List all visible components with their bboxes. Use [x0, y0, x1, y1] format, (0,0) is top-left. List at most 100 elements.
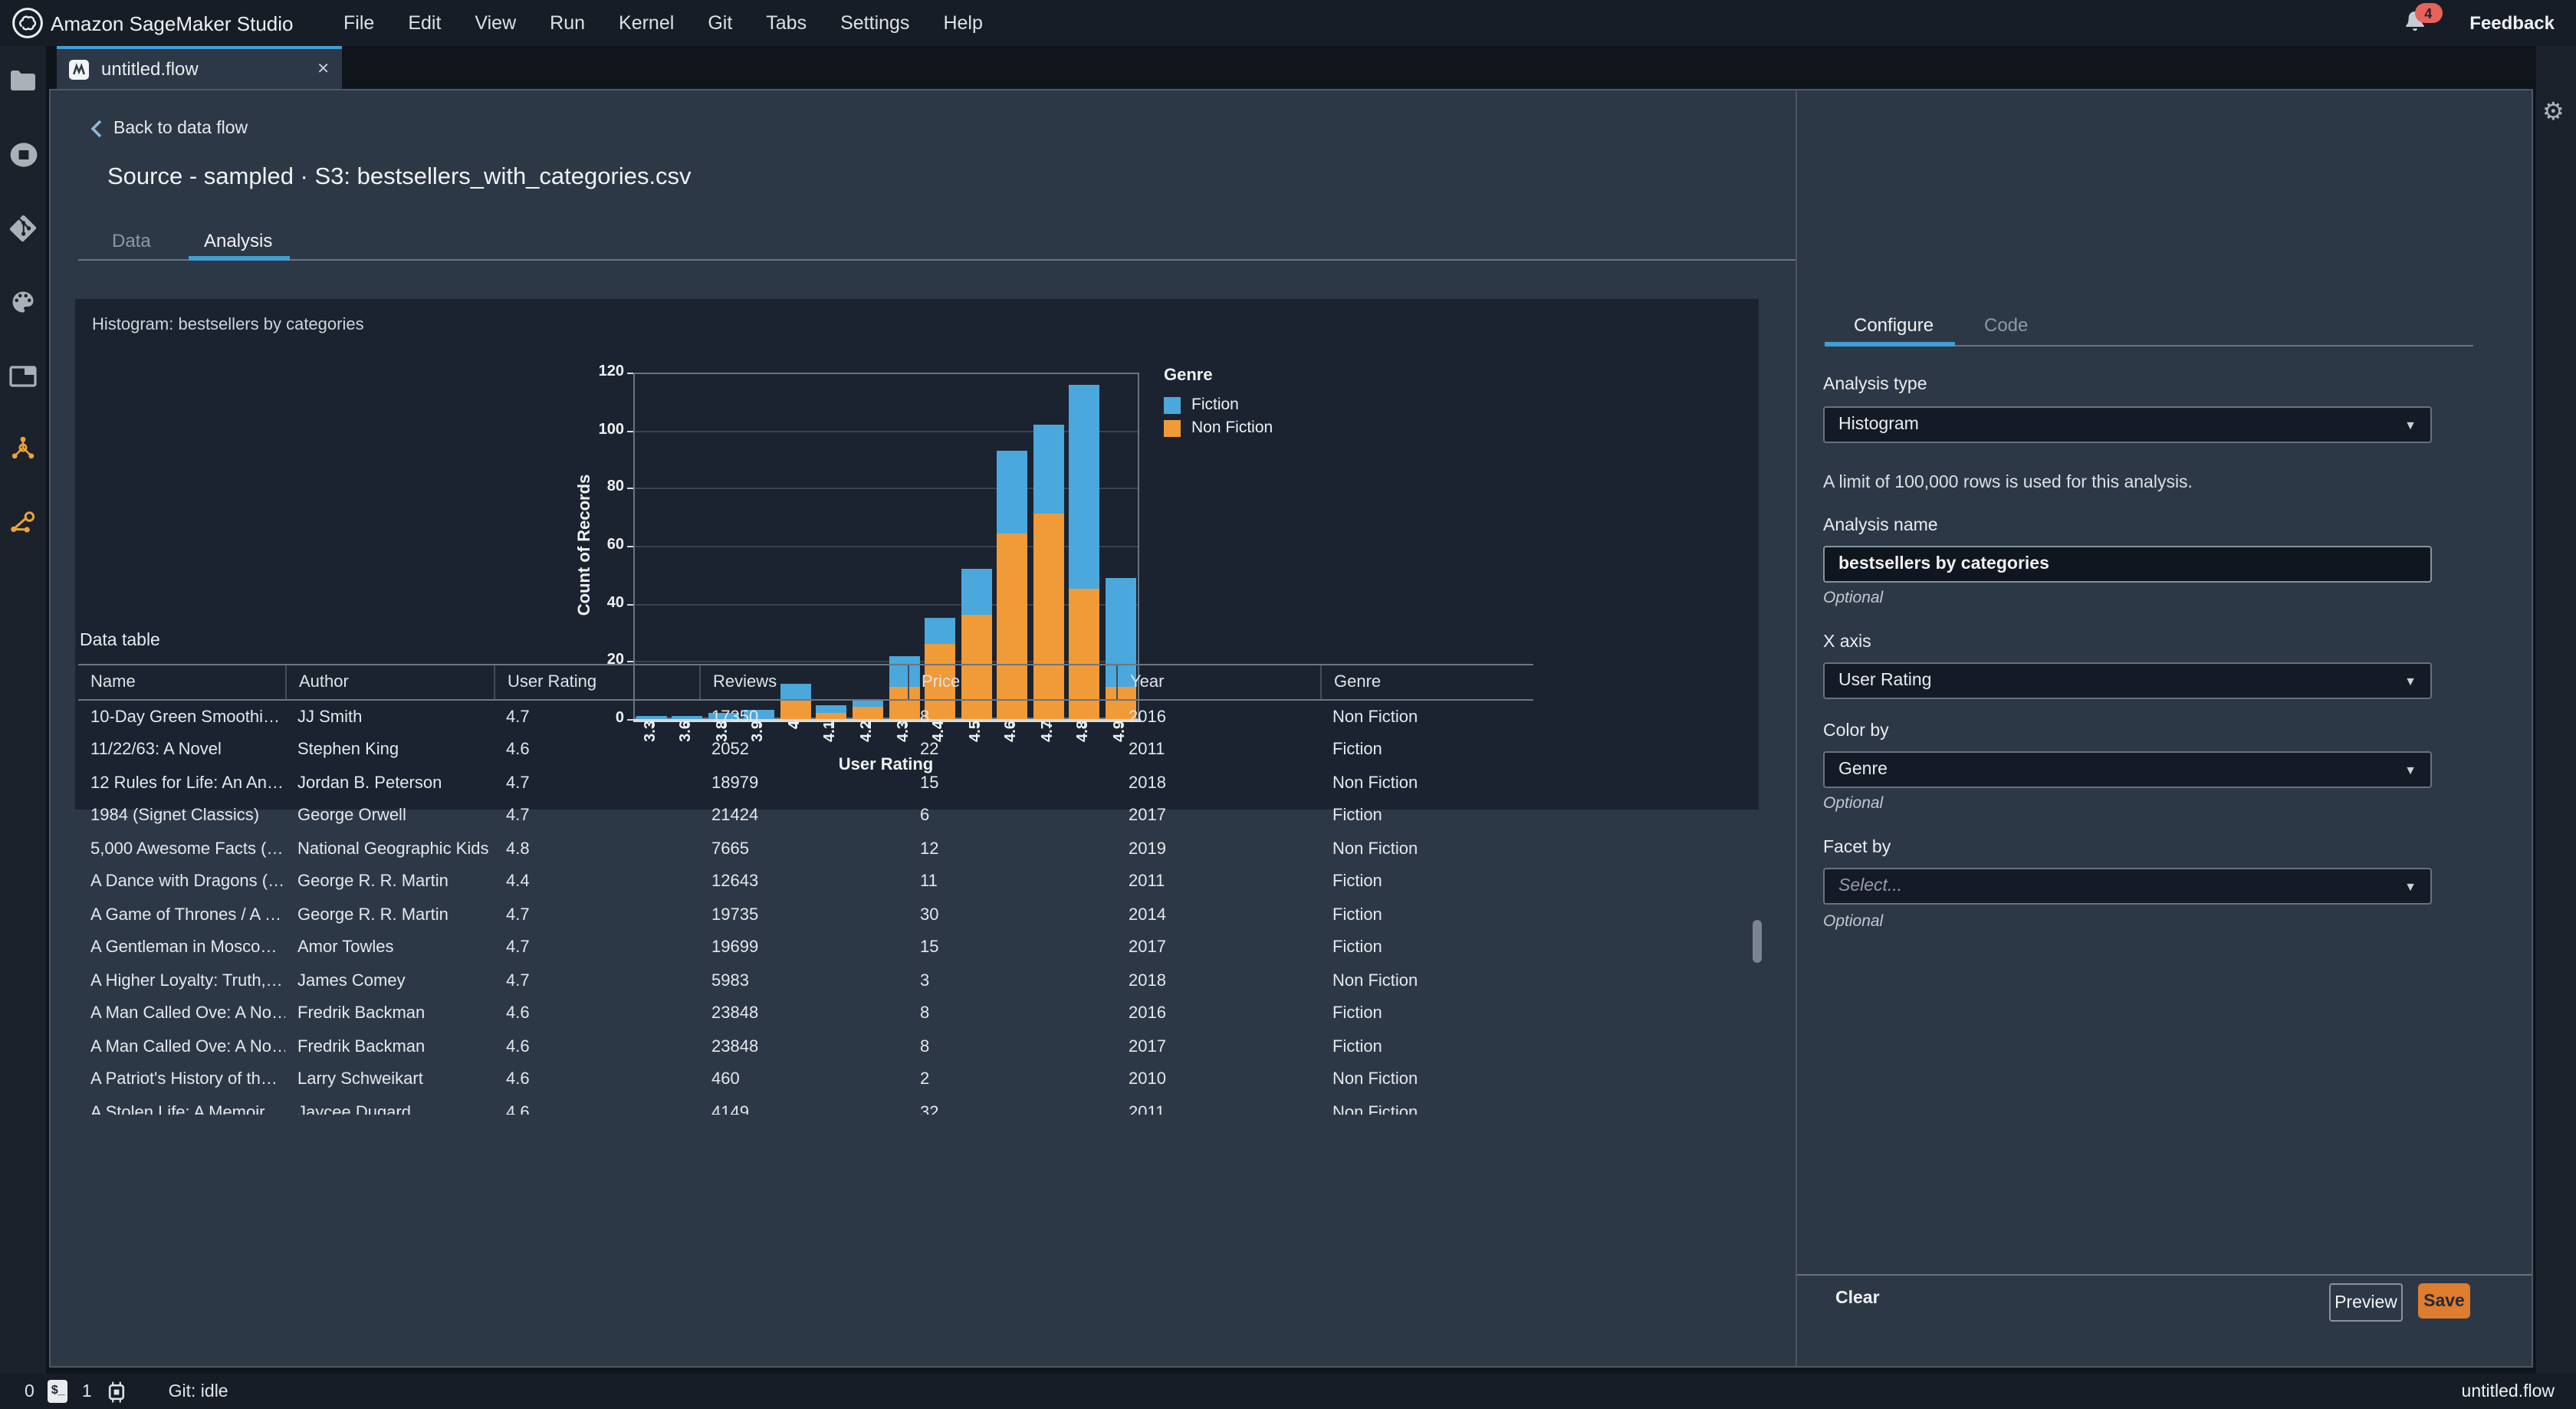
terminal-count[interactable]: 1	[82, 1382, 92, 1401]
active-tab-underline	[189, 256, 290, 260]
menu-item-tabs[interactable]: Tabs	[766, 12, 807, 34]
table-cell: 4.7	[506, 905, 530, 925]
right-sidebar: ⚙	[2536, 46, 2576, 1374]
column-header-genre[interactable]: Genre	[1320, 665, 1533, 699]
column-header-reviews[interactable]: Reviews	[699, 665, 908, 699]
notifications-bell-icon[interactable]: 4	[2402, 3, 2443, 37]
table-cell: George R. R. Martin	[297, 905, 449, 925]
left-sidebar	[0, 46, 46, 1374]
y-tickmark	[627, 430, 633, 432]
pipeline-icon[interactable]	[0, 500, 46, 546]
tab-data[interactable]: Data	[112, 230, 151, 251]
analysis-type-select[interactable]: Histogram ▼	[1823, 406, 2432, 443]
chart-legend: Genre Fiction Non Fiction	[1164, 366, 1273, 442]
analysis-type-label: Analysis type	[1823, 376, 1927, 394]
table-cell: A Game of Thrones / A …	[90, 905, 282, 925]
table-cell: Fiction	[1332, 905, 1382, 925]
column-header-name[interactable]: Name	[78, 665, 285, 699]
table-cell: 4149	[711, 1103, 749, 1115]
table-cell: 4.6	[506, 1103, 530, 1115]
table-cell: George Orwell	[297, 806, 406, 826]
table-cell: Larry Schweikart	[297, 1070, 423, 1089]
facet-by-placeholder: Select...	[1838, 877, 1903, 895]
running-sessions-icon[interactable]	[0, 132, 46, 178]
row-limit-note: A limit of 100,000 rows is used for this…	[1823, 474, 2193, 492]
table-cell: 4.4	[506, 872, 530, 892]
y-axis-title: Count of Records	[576, 474, 594, 616]
save-button[interactable]: Save	[2418, 1283, 2470, 1319]
table-cell: 23848	[711, 1004, 759, 1023]
command-palette-icon[interactable]	[0, 279, 46, 325]
table-row: 10-Day Green Smoothi… JJ Smith 4.7 17350 8 20…	[78, 701, 1533, 734]
table-cell: Fiction	[1332, 741, 1382, 760]
table-cell: 12 Rules for Life: An An…	[90, 773, 284, 793]
menu-item-file[interactable]: File	[343, 12, 374, 34]
clear-button[interactable]: Clear	[1835, 1289, 1880, 1308]
table-cell: 4.6	[506, 1070, 530, 1089]
legend-swatch	[1164, 419, 1181, 436]
column-header-price[interactable]: Price	[908, 665, 1116, 699]
table-cell: 19735	[711, 905, 759, 925]
table-row: A Man Called Ove: A No… Fredrik Backman 4.…	[78, 1030, 1533, 1063]
menu-item-git[interactable]: Git	[708, 12, 732, 34]
terminal-icon[interactable]: $_	[48, 1380, 68, 1403]
bar-4.6-fiction	[997, 450, 1028, 534]
data-table: Name Author User Rating Reviews Price Year Gen…	[78, 664, 1533, 1115]
file-browser-icon[interactable]	[0, 58, 46, 104]
menu-item-kernel[interactable]: Kernel	[619, 12, 674, 34]
menu-item-run[interactable]: Run	[550, 12, 585, 34]
menu-item-settings[interactable]: Settings	[840, 12, 909, 34]
table-cell: 15	[920, 773, 939, 793]
kernel-chip-icon[interactable]	[106, 1381, 127, 1402]
x-axis-select[interactable]: User Rating ▼	[1823, 662, 2432, 699]
menu-item-help[interactable]: Help	[943, 12, 982, 34]
table-cell: 21424	[711, 806, 759, 826]
tab-configure[interactable]: Configure	[1854, 314, 1934, 336]
tab-code[interactable]: Code	[1984, 314, 2028, 336]
chevron-down-icon: ▼	[2404, 418, 2417, 432]
table-cell: 4.7	[506, 938, 530, 957]
tabs-divider	[78, 259, 1796, 261]
menu-item-edit[interactable]: Edit	[408, 12, 441, 34]
table-cell: 7665	[711, 839, 749, 859]
open-tabs-icon[interactable]	[0, 353, 46, 399]
footer-divider	[1797, 1274, 2532, 1276]
feedback-button[interactable]: Feedback	[2469, 12, 2555, 34]
column-header-year[interactable]: Year	[1116, 665, 1320, 699]
chart-title: Histogram: bestsellers by categories	[92, 316, 364, 334]
table-row: 12 Rules for Life: An An… Jordan B. Peter…	[78, 767, 1533, 800]
experiments-icon[interactable]	[0, 426, 46, 472]
sagemaker-logo-icon	[11, 6, 44, 40]
git-icon[interactable]	[0, 205, 46, 251]
table-cell: 8	[920, 708, 930, 727]
git-status[interactable]: Git: idle	[169, 1382, 228, 1401]
preview-button[interactable]: Preview	[2329, 1283, 2403, 1322]
table-cell: 4.7	[506, 708, 530, 727]
tab-analysis[interactable]: Analysis	[204, 230, 272, 251]
table-cell: JJ Smith	[297, 708, 363, 727]
column-header-author[interactable]: Author	[285, 665, 494, 699]
analysis-name-input[interactable]	[1823, 546, 2432, 583]
vertical-scrollbar[interactable]	[1753, 920, 1762, 963]
table-cell: Fiction	[1332, 938, 1382, 957]
table-cell: 6	[920, 806, 930, 826]
back-to-data-flow-link[interactable]: Back to data flow	[90, 120, 248, 138]
column-header-user-rating[interactable]: User Rating	[494, 665, 699, 699]
gear-icon[interactable]: ⚙	[2542, 100, 2564, 126]
table-cell: 2018	[1129, 971, 1166, 990]
data-table-label: Data table	[80, 632, 160, 650]
sagemaker-studio-window: Amazon SageMaker Studio File Edit View Run K…	[0, 0, 2576, 1409]
tab-untitled-flow[interactable]: untitled.flow ✕	[57, 46, 342, 89]
legend-swatch	[1164, 396, 1181, 413]
table-cell: 23848	[711, 1037, 759, 1056]
table-cell: 4.6	[506, 1004, 530, 1023]
chevron-left-icon	[90, 120, 102, 138]
menu-item-view[interactable]: View	[475, 12, 516, 34]
table-cell: 2011	[1129, 872, 1165, 892]
bar-4.8-fiction	[1069, 384, 1100, 590]
facet-by-select[interactable]: Select... ▼	[1823, 868, 2432, 905]
table-cell: Fredrik Backman	[297, 1004, 426, 1023]
close-icon[interactable]: ✕	[317, 61, 330, 77]
kernel-count[interactable]: 0	[25, 1382, 34, 1401]
color-by-select[interactable]: Genre ▼	[1823, 751, 2432, 788]
